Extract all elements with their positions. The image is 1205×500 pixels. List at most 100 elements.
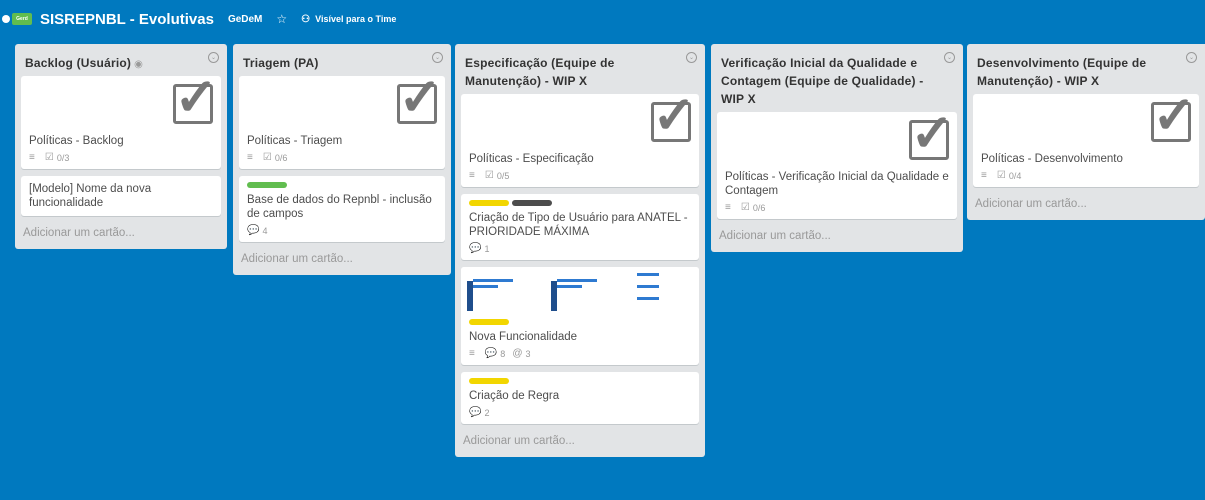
thumb-chart-line: [637, 297, 659, 300]
description-icon: ≡: [469, 348, 475, 359]
card-title: Nova Funcionalidade: [469, 331, 578, 343]
card-title: Políticas - Desenvolvimento: [981, 153, 1123, 165]
card-politicas-especificacao[interactable]: ✓ Políticas - Especificação ≡ ☑ 0/5: [461, 90, 699, 187]
attachment-icon: @: [512, 348, 523, 359]
checklist-icon: ☑: [996, 170, 1006, 181]
list-menu-icon[interactable]: ⌄: [944, 52, 955, 63]
card-base-de-dados[interactable]: Base de dados do Repnbl - inclusão de ca…: [239, 176, 445, 242]
checklist-count: 0/4: [1008, 170, 1022, 181]
board-header: Gerd SISREPNBL - Evolutivas GeDeM ☆ ⚇ Vi…: [0, 0, 1205, 38]
card-nova-funcionalidade[interactable]: Nova Funcionalidade ≡ 💬 8 @3: [461, 267, 699, 365]
card-badges: 💬 1: [469, 243, 691, 254]
list-menu-icon[interactable]: ⌄: [208, 52, 219, 63]
card-cover: ✓: [981, 90, 1196, 152]
description-icon: ≡: [725, 202, 731, 213]
description-badge: ≡: [725, 202, 734, 213]
card-labels: [247, 182, 437, 188]
board-title[interactable]: SISREPNBL - Evolutivas: [40, 11, 214, 28]
card-title: Criação de Tipo de Usuário para ANATEL -…: [469, 212, 688, 238]
list-menu-icon[interactable]: ⌄: [1186, 52, 1197, 63]
comments-count: 1: [484, 243, 490, 254]
checklist-icon: ☑: [44, 152, 54, 163]
description-icon: ≡: [469, 170, 475, 181]
card-cover: ✓: [725, 108, 954, 170]
checklist-icon: ☑: [262, 152, 272, 163]
card-title: Políticas - Verificação Inicial da Quali…: [725, 171, 949, 197]
card-modelo[interactable]: [Modelo] Nome da nova funcionalidade: [21, 176, 221, 216]
add-card-button[interactable]: Adicionar um cartão...: [239, 249, 445, 271]
card-title: Políticas - Triagem: [247, 135, 343, 147]
board-team[interactable]: GeDeM: [228, 14, 262, 25]
description-badge: ≡: [469, 348, 478, 359]
comments-badge: 💬 2: [469, 407, 489, 418]
attachments-badge: @3: [512, 348, 530, 359]
checklist-badge: ☑ 0/4: [997, 170, 1021, 181]
list-title: Especificação (Equipe de Manutenção) - W…: [465, 56, 615, 88]
card-title: Base de dados do Repnbl - inclusão de ca…: [247, 194, 432, 220]
checklist-count: 0/6: [752, 202, 766, 213]
card-badges: ≡ ☑ 0/6: [247, 152, 437, 163]
label-green: [247, 182, 287, 188]
comments-badge: 💬 8: [485, 348, 505, 359]
eye-icon: ◉: [134, 59, 143, 70]
card-cover-image: [461, 267, 699, 313]
visibility-button[interactable]: ⚇ Visível para o Time: [301, 14, 396, 25]
checkmark-icon: ✓: [398, 69, 442, 127]
list-title: Desenvolvimento (Equipe de Manutenção) -…: [977, 56, 1147, 88]
card-badges: ≡ ☑ 0/6: [725, 202, 949, 213]
label-yellow: [469, 200, 509, 206]
list-especificacao: Especificação (Equipe de Manutenção) - W…: [455, 44, 705, 457]
checklist-badge: ☑ 0/5: [485, 170, 509, 181]
label-black: [512, 200, 552, 206]
list-verificacao: Verificação Inicial da Qualidade e Conta…: [711, 44, 963, 252]
comment-icon: 💬: [469, 243, 482, 254]
checkmark-icon: ✓: [174, 69, 218, 127]
add-card-button[interactable]: Adicionar um cartão...: [973, 194, 1199, 216]
card-badges: ≡ 💬 8 @3: [469, 348, 691, 359]
label-yellow: [469, 319, 509, 325]
checkmark-icon: ✓: [910, 105, 954, 163]
card-criacao-regra[interactable]: Criação de Regra 💬 2: [461, 372, 699, 424]
list-title: Triagem (PA): [243, 56, 319, 70]
logo-dot-icon: [2, 15, 10, 23]
checklist-badge: ☑ 0/6: [741, 202, 765, 213]
comments-count: 4: [262, 225, 268, 236]
card-badges: ≡ ☑ 0/5: [469, 170, 691, 181]
list-header[interactable]: Verificação Inicial da Qualidade e Conta…: [717, 50, 957, 112]
description-badge: ≡: [29, 152, 38, 163]
team-visibility-icon: ⚇: [301, 13, 311, 25]
card-title: Criação de Regra: [469, 390, 560, 402]
checklist-count: 0/6: [274, 152, 288, 163]
comment-icon: 💬: [247, 225, 260, 236]
checklist-count: 0/5: [496, 170, 510, 181]
checklist-icon: ☑: [740, 202, 750, 213]
card-politicas-verificacao[interactable]: ✓ Políticas - Verificação Inicial da Qua…: [717, 108, 957, 219]
card-politicas-backlog[interactable]: ✓ Políticas - Backlog ≡ ☑ 0/3: [21, 72, 221, 169]
checklist-icon: ☑: [484, 170, 494, 181]
list-triagem: Triagem (PA) ⌄ ✓ Políticas - Triagem ≡ ☑…: [233, 44, 451, 275]
team-logo[interactable]: Gerd: [2, 13, 32, 25]
description-icon: ≡: [247, 152, 253, 163]
comments-badge: 💬 1: [469, 243, 489, 254]
description-badge: ≡: [247, 152, 256, 163]
card-politicas-triagem[interactable]: ✓ Políticas - Triagem ≡ ☑ 0/6: [239, 72, 445, 169]
list-menu-icon[interactable]: ⌄: [432, 52, 443, 63]
list-title: Verificação Inicial da Qualidade e Conta…: [721, 56, 924, 106]
card-badges: ≡ ☑ 0/4: [981, 170, 1191, 181]
thumb-chart-line: [557, 285, 582, 288]
list-menu-icon[interactable]: ⌄: [686, 52, 697, 63]
comment-icon: 💬: [484, 348, 498, 359]
star-icon[interactable]: ☆: [276, 12, 287, 26]
list-title: Backlog (Usuário): [25, 56, 132, 70]
card-criacao-tipo-usuario[interactable]: Criação de Tipo de Usuário para ANATEL -…: [461, 194, 699, 260]
comments-count: 2: [484, 407, 490, 418]
add-card-button[interactable]: Adicionar um cartão...: [21, 223, 221, 245]
logo-text: Gerd: [16, 16, 28, 22]
list-backlog: Backlog (Usuário) ◉ ⌄ ✓ Políticas - Backl…: [15, 44, 227, 249]
card-badges: 💬 4: [247, 225, 437, 236]
add-card-button[interactable]: Adicionar um cartão...: [717, 226, 957, 248]
card-politicas-desenvolvimento[interactable]: ✓ Políticas - Desenvolvimento ≡ ☑ 0/4: [973, 90, 1199, 187]
description-icon: ≡: [981, 170, 987, 181]
add-card-button[interactable]: Adicionar um cartão...: [461, 431, 699, 453]
checkmark-icon: ✓: [1152, 87, 1196, 145]
